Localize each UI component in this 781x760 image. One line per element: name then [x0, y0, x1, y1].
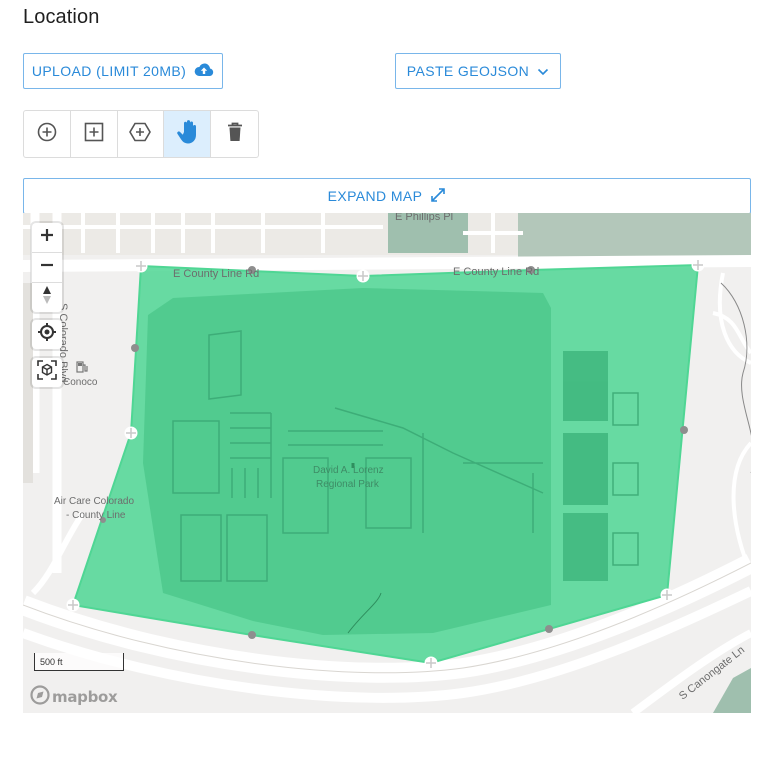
paste-label: PASTE GEOJSON [406, 63, 530, 79]
page-title: Location [23, 6, 100, 28]
compass-button[interactable] [32, 283, 62, 312]
paste-geojson-button[interactable]: PASTE GEOJSON [395, 53, 561, 89]
map-scale-bar: 500 ft [34, 653, 124, 671]
map-canvas[interactable]: E Phillips Pl E County Line Rd E County … [23, 213, 751, 713]
fit-bounds-button[interactable] [32, 358, 62, 387]
park-label-1: David A. Lorenz [313, 465, 384, 476]
zoom-out-icon [40, 258, 54, 277]
cloud-upload-icon [194, 63, 214, 80]
map-zoom-controls [32, 223, 62, 312]
chevron-down-icon [537, 63, 549, 79]
street-label-county-line-east: E County Line Rd [453, 266, 540, 278]
expand-map-button[interactable]: EXPAND MAP [23, 178, 751, 214]
pan-hand-icon [175, 119, 199, 150]
poi-label-aircare-1: Air Care Colorado [54, 496, 135, 507]
street-label-county-line-west: E County Line Rd [173, 268, 260, 280]
geolocate-icon [37, 322, 57, 347]
add-point-tool[interactable] [24, 111, 71, 157]
expand-label: EXPAND MAP [327, 188, 423, 204]
street-label-phillips: E Phillips Pl [395, 213, 454, 223]
add-point-icon [37, 122, 57, 147]
compass-icon [41, 285, 53, 310]
add-polygon-tool[interactable] [118, 111, 165, 157]
pan-tool[interactable] [164, 111, 212, 157]
delete-tool[interactable] [211, 111, 258, 157]
park-label-2: Regional Park [316, 479, 379, 490]
zoom-out-button[interactable] [32, 253, 62, 283]
trash-icon [227, 122, 243, 147]
upload-label: UPLOAD (LIMIT 20MB) [31, 63, 187, 79]
add-rectangle-tool[interactable] [71, 111, 118, 157]
zoom-in-icon [40, 228, 54, 247]
expand-arrows-icon [430, 187, 446, 206]
fit-bounds-icon [37, 360, 57, 385]
zoom-in-button[interactable] [32, 223, 62, 253]
upload-button[interactable]: UPLOAD (LIMIT 20MB) [23, 53, 223, 89]
basemap [23, 213, 751, 713]
mapbox-logo-icon [30, 685, 50, 709]
draw-toolbar [23, 110, 259, 158]
mapbox-logo-text: mapbox [52, 688, 118, 706]
add-polygon-icon [129, 122, 152, 147]
add-rectangle-icon [84, 122, 104, 147]
poi-label-aircare-2: - County Line [66, 510, 126, 521]
mapbox-logo[interactable]: mapbox [30, 685, 118, 709]
geolocate-button[interactable] [32, 320, 62, 349]
fuel-icon [75, 360, 89, 379]
